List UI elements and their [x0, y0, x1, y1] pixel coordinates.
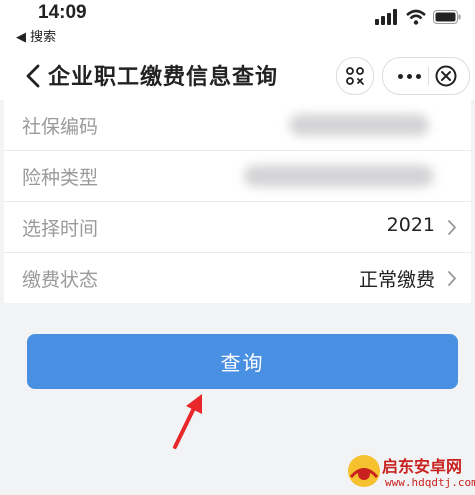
capsule-divider [428, 67, 429, 85]
row-label: 社保编码 [22, 116, 99, 138]
more-dot-icon [415, 73, 421, 79]
watermark-url: www.hdqdtj.com [385, 476, 475, 489]
signal-icon [375, 9, 397, 25]
row-value: 正常缴费 [358, 269, 435, 291]
redacted-value [244, 165, 434, 187]
redacted-value [289, 114, 429, 136]
row-label: 缴费状态 [22, 269, 99, 291]
close-icon[interactable] [434, 64, 458, 88]
form-row-payment-status[interactable]: 缴费状态 正常缴费 [4, 253, 471, 303]
chevron-right-icon [448, 220, 456, 235]
status-icons [375, 9, 461, 25]
mini-program-capsule [382, 57, 470, 95]
form-row-select-time[interactable]: 选择时间 2021 [4, 202, 471, 253]
page-title: 企业职工缴费信息查询 [48, 65, 279, 90]
status-time: 14:09 [38, 2, 87, 23]
more-options-button[interactable] [393, 58, 425, 94]
query-form: 社保编码 险种类型 选择时间 2021 缴费状态 正常缴费 [4, 100, 471, 303]
scan-icon [346, 67, 364, 85]
chevron-right-icon [448, 271, 456, 286]
wifi-icon [406, 9, 426, 25]
row-label: 选择时间 [22, 218, 99, 240]
status-bar: 14:09 ◀ 搜索 [0, 0, 475, 52]
back-to-search-link[interactable]: ◀ 搜索 [16, 26, 56, 45]
more-dot-icon [406, 73, 412, 79]
form-row-social-security-code[interactable]: 社保编码 [4, 100, 471, 151]
back-arrow-icon[interactable] [20, 58, 48, 94]
annotation-arrow-icon [173, 394, 202, 449]
nav-bar: 企业职工缴费信息查询 [0, 52, 475, 100]
row-label: 险种类型 [22, 167, 99, 189]
scan-button[interactable] [336, 57, 374, 95]
query-button[interactable]: 查询 [27, 334, 458, 389]
more-dot-icon [397, 73, 403, 79]
watermark-name: 启东安卓网 [382, 457, 463, 476]
watermark-logo-icon [348, 455, 380, 487]
watermark: 启东安卓网 www.hdqdtj.com [345, 452, 475, 495]
row-value: 2021 [386, 214, 435, 236]
battery-icon [433, 10, 461, 24]
form-row-insurance-type[interactable]: 险种类型 [4, 151, 471, 202]
